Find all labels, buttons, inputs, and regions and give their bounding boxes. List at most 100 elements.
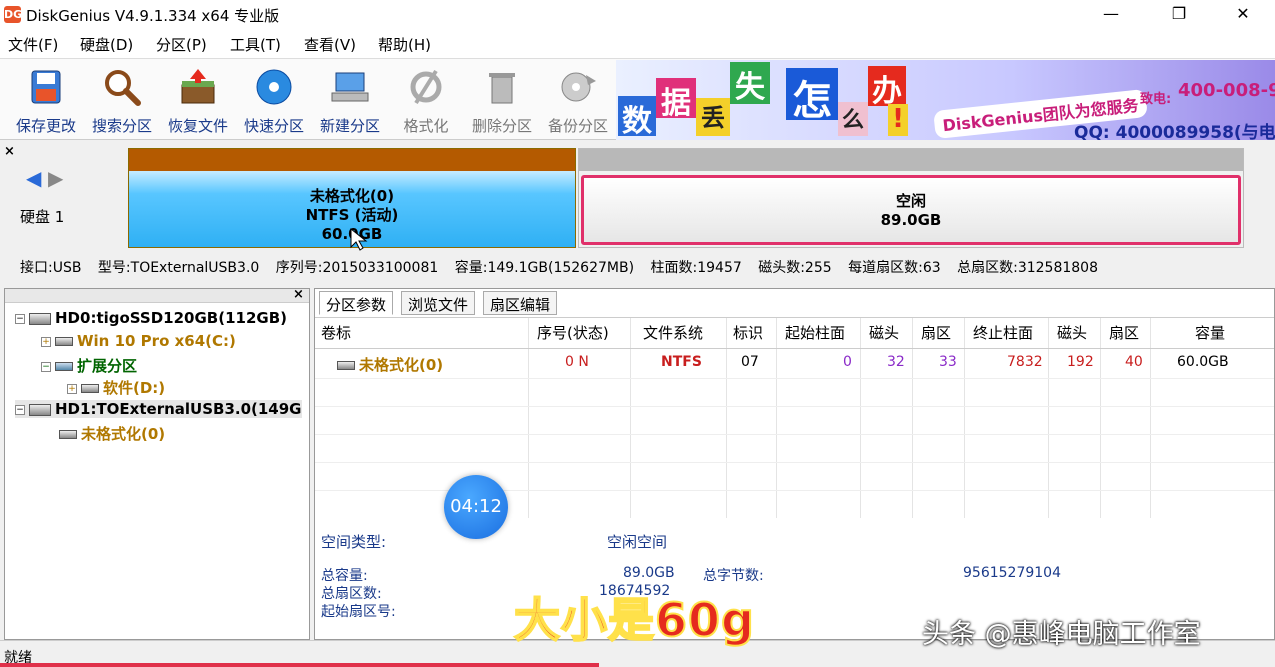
tree-item-hd0[interactable]: − HD0:tigoSSD120GB(112GB) bbox=[15, 309, 287, 327]
video-progress-bar[interactable] bbox=[0, 663, 600, 667]
tree-item-label: Win 10 Pro x64(C:) bbox=[77, 332, 236, 350]
menu-tools[interactable]: 工具(T) bbox=[230, 34, 281, 55]
save-changes-button[interactable]: 保存更改 bbox=[8, 65, 84, 137]
disk-label: 硬盘 1 bbox=[20, 208, 65, 226]
disk-heads: 磁头数:255 bbox=[758, 260, 832, 276]
chevron-right-icon[interactable]: ▶ bbox=[48, 166, 63, 190]
video-timer-badge: 04:12 bbox=[444, 475, 508, 539]
total-bytes-label: 总字节数: bbox=[703, 568, 764, 584]
toolbar-label: 新建分区 bbox=[319, 117, 380, 135]
partition-name: 未格式化(0) bbox=[309, 187, 395, 205]
column-header[interactable]: 卷标 bbox=[321, 322, 351, 343]
menu-file[interactable]: 文件(F) bbox=[8, 34, 58, 55]
tree-item-label: 软件(D:) bbox=[103, 379, 166, 397]
partition-icon bbox=[55, 337, 73, 346]
banner-tile: 怎 bbox=[786, 68, 838, 124]
partition-block-free[interactable]: 空闲 89.0GB bbox=[578, 148, 1244, 248]
toolbar-label: 恢复文件 bbox=[167, 117, 228, 135]
toolbar-label: 保存更改 bbox=[15, 117, 76, 135]
format-icon bbox=[410, 69, 442, 105]
app-icon: DG bbox=[4, 6, 23, 23]
quick-partition-button[interactable]: 快速分区 bbox=[236, 65, 312, 137]
menu-view[interactable]: 查看(V) bbox=[304, 34, 356, 55]
menu-disk[interactable]: 硬盘(D) bbox=[80, 34, 133, 55]
column-header[interactable]: 终止柱面 bbox=[973, 322, 1033, 343]
partition-icon bbox=[59, 430, 77, 439]
column-header[interactable]: 磁头 bbox=[869, 322, 899, 343]
tree-item-unformatted[interactable]: 未格式化(0) bbox=[59, 423, 165, 444]
close-panel-icon[interactable]: × bbox=[4, 144, 15, 159]
column-header[interactable]: 容量 bbox=[1195, 322, 1225, 343]
maximize-button[interactable]: ❐ bbox=[1156, 0, 1202, 30]
promo-banner[interactable]: 数 据 丢 失 怎 么 办 ! DiskGenius团队为您服务 致电: 400… bbox=[616, 60, 1275, 140]
title-bar: DG DiskGenius V4.9.1.334 x64 专业版 — ❐ ✕ bbox=[0, 0, 1275, 30]
restore-files-button[interactable]: 恢复文件 bbox=[160, 65, 236, 137]
partition-size: 89.0GB bbox=[880, 211, 942, 229]
close-tree-icon[interactable]: × bbox=[293, 287, 304, 302]
collapse-icon[interactable]: − bbox=[15, 313, 25, 324]
disk-interface: 接口:USB bbox=[20, 260, 82, 276]
delete-partition-button[interactable]: 删除分区 bbox=[464, 65, 540, 137]
collapse-icon[interactable]: − bbox=[15, 404, 25, 415]
minimize-button[interactable]: — bbox=[1088, 0, 1134, 30]
partition-details-panel: 分区参数 浏览文件 扇区编辑 卷标 序号(状态) 文件系统 标识 起始柱面 磁头… bbox=[314, 288, 1275, 640]
new-partition-button[interactable]: 新建分区 bbox=[312, 65, 388, 137]
cell-end-sector: 40 bbox=[1125, 354, 1143, 370]
mouse-cursor-icon bbox=[350, 227, 368, 251]
column-header[interactable]: 起始柱面 bbox=[785, 322, 845, 343]
toolbar-label: 快速分区 bbox=[243, 117, 304, 135]
cell-start-sector: 33 bbox=[939, 354, 957, 370]
disk-info-bar: 接口:USB 型号:TOExternalUSB3.0 序列号:201503310… bbox=[20, 257, 1110, 277]
hard-disk-icon bbox=[29, 403, 51, 416]
toolbar-label: 搜索分区 bbox=[91, 117, 152, 135]
banner-phone-label: 致电: bbox=[1140, 92, 1172, 107]
total-capacity-label: 总容量: bbox=[321, 568, 368, 584]
column-header[interactable]: 序号(状态) bbox=[537, 322, 609, 343]
toolbar-label: 删除分区 bbox=[471, 117, 532, 135]
column-header[interactable]: 文件系统 bbox=[643, 322, 703, 343]
column-header[interactable]: 扇区 bbox=[1109, 322, 1139, 343]
banner-tile: 据 bbox=[656, 78, 696, 121]
disk-blue-icon bbox=[256, 69, 292, 105]
close-button[interactable]: ✕ bbox=[1220, 0, 1266, 30]
cell-volume-label: 未格式化(0) bbox=[337, 354, 443, 375]
tree-item-extended[interactable]: − 扩展分区 bbox=[41, 355, 137, 376]
backup-partition-button[interactable]: 备份分区 bbox=[540, 65, 616, 137]
cell-end-head: 192 bbox=[1067, 354, 1094, 370]
disk-total-sectors: 总扇区数:312581808 bbox=[957, 260, 1098, 276]
banner-tile: 数 bbox=[618, 96, 656, 139]
format-button[interactable]: 格式化 bbox=[388, 65, 464, 137]
column-header[interactable]: 标识 bbox=[733, 322, 763, 343]
tab-partition-params[interactable]: 分区参数 bbox=[319, 291, 394, 315]
tab-browse-files[interactable]: 浏览文件 bbox=[401, 291, 476, 315]
menu-help[interactable]: 帮助(H) bbox=[378, 34, 431, 55]
tab-sector-edit[interactable]: 扇区编辑 bbox=[483, 291, 558, 315]
tree-item-d-drive[interactable]: + 软件(D:) bbox=[67, 377, 165, 398]
banner-tile: 么 bbox=[838, 102, 868, 136]
partition-block-unformatted[interactable]: 未格式化(0) NTFS (活动) 60.0GB bbox=[128, 148, 576, 251]
banner-phone: 400-008-9 bbox=[1178, 80, 1275, 101]
disk-map: × ◀ ▶ 硬盘 1 未格式化(0) NTFS (活动) 60.0GB 空闲 8… bbox=[0, 140, 1275, 252]
tree-item-label: HD1:TOExternalUSB3.0(149G bbox=[55, 400, 302, 418]
banner-qq: QQ: 4000089958(与电话 bbox=[1074, 123, 1275, 140]
cell-start-head: 32 bbox=[887, 354, 905, 370]
column-header[interactable]: 扇区 bbox=[921, 322, 951, 343]
expand-icon[interactable]: + bbox=[67, 383, 77, 394]
cell-start-cylinder: 0 bbox=[843, 354, 852, 370]
window-title: DiskGenius V4.9.1.334 x64 专业版 bbox=[26, 7, 280, 25]
disk-model: 型号:TOExternalUSB3.0 bbox=[97, 260, 260, 276]
collapse-icon[interactable]: − bbox=[41, 361, 51, 372]
partition-icon bbox=[337, 361, 355, 370]
new-partition-icon bbox=[331, 72, 369, 102]
expand-icon[interactable]: + bbox=[41, 336, 51, 347]
hard-disk-icon bbox=[29, 312, 51, 325]
search-partition-button[interactable]: 搜索分区 bbox=[84, 65, 160, 137]
tree-item-c-drive[interactable]: + Win 10 Pro x64(C:) bbox=[41, 332, 236, 350]
tree-item-label: HD0:tigoSSD120GB(112GB) bbox=[55, 309, 288, 327]
banner-tile: 失 bbox=[730, 62, 770, 105]
column-header[interactable]: 磁头 bbox=[1057, 322, 1087, 343]
cell-id: 07 bbox=[741, 354, 759, 370]
menu-partition[interactable]: 分区(P) bbox=[156, 34, 207, 55]
chevron-left-icon[interactable]: ◀ bbox=[26, 166, 41, 190]
tree-item-hd1[interactable]: − HD1:TOExternalUSB3.0(149G bbox=[15, 400, 302, 418]
